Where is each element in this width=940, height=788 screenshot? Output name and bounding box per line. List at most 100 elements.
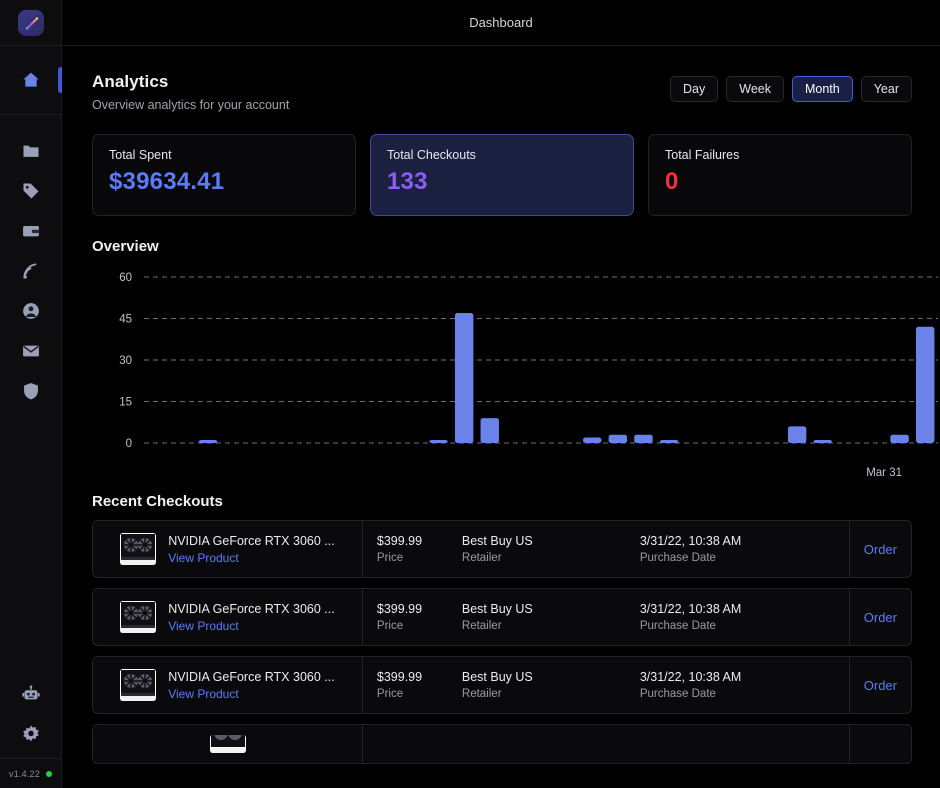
wallet-icon	[22, 226, 39, 237]
sidebar-primary-group	[0, 46, 62, 115]
date-label: Purchase Date	[639, 552, 716, 564]
product-thumbnail	[120, 533, 157, 565]
tab-week[interactable]: Week	[726, 76, 784, 102]
chart-bar[interactable]	[813, 440, 832, 443]
chart-bar[interactable]	[915, 326, 935, 443]
range-tab-group: Day Week Month Year	[670, 76, 912, 102]
version-label: v1.4.22	[9, 768, 40, 779]
gpu-image-icon	[120, 601, 157, 633]
home-icon	[22, 72, 39, 87]
view-product-link[interactable]: View Product	[168, 551, 335, 565]
tab-day[interactable]: Day	[670, 76, 719, 102]
retailer-label: Retailer	[461, 552, 502, 564]
sidebar: v1.4.22	[0, 0, 62, 788]
y-axis-tick-label: 30	[119, 355, 132, 367]
retailer-label: Retailer	[461, 688, 502, 700]
shield-icon	[23, 383, 38, 400]
account-icon	[22, 303, 39, 319]
bar-chart-svg: 0 15 30 45 60	[119, 272, 938, 450]
chart-bar[interactable]	[198, 440, 218, 443]
order-cell: Order	[850, 521, 911, 577]
date-cell: 3/31/22, 10:38 AM Purchase Date	[626, 657, 850, 713]
chart-bar[interactable]	[608, 434, 628, 443]
sidebar-item-settings[interactable]	[0, 714, 62, 754]
sidebar-item-mail[interactable]	[0, 331, 62, 371]
stat-card-total-failures[interactable]: Total Failures 0	[648, 134, 912, 216]
date-value: 3/31/22, 10:38 AM	[639, 602, 742, 616]
date-cell: 3/31/22, 10:38 AM Purchase Date	[626, 589, 850, 645]
order-link[interactable]: Order	[864, 610, 897, 625]
price-cell: $399.99 Price	[363, 521, 448, 577]
gpu-image-icon	[120, 533, 157, 565]
y-axis-tick-label: 0	[126, 438, 132, 450]
page-title: Analytics	[92, 72, 169, 91]
tag-icon	[23, 183, 38, 199]
chart-bar[interactable]	[659, 440, 679, 443]
date-label: Purchase Date	[639, 620, 716, 632]
tab-month[interactable]: Month	[791, 76, 853, 102]
stat-label: Total Checkouts	[387, 148, 476, 162]
mail-icon	[22, 345, 39, 357]
product-name: NVIDIA GeForce RTX 3060 ...	[168, 601, 335, 616]
price-label: Price	[376, 552, 404, 564]
table-row[interactable]: NVIDIA GeForce RTX 3060 ... View Product…	[92, 588, 912, 646]
stat-label: Total Spent	[109, 148, 172, 162]
sidebar-item-tasks[interactable]	[0, 131, 62, 171]
date-value: 3/31/22, 10:38 AM	[639, 670, 742, 684]
sidebar-item-payments[interactable]	[0, 211, 62, 251]
y-axis-tick-label: 60	[119, 272, 132, 284]
retailer-cell: Best Buy US Retailer	[448, 521, 626, 577]
product-text: NVIDIA GeForce RTX 3060 ... View Product	[168, 670, 335, 701]
y-axis-tick-label: 45	[119, 314, 132, 326]
sidebar-item-security[interactable]	[0, 371, 62, 411]
order-link[interactable]: Order	[864, 678, 897, 693]
price-cell: $399.99 Price	[363, 657, 448, 713]
date-value: 3/31/22, 10:38 AM	[639, 534, 742, 548]
product-thumbnail	[120, 669, 157, 701]
price-label: Price	[376, 620, 404, 632]
chart-bar[interactable]	[583, 437, 602, 443]
stat-card-total-spent[interactable]: Total Spent $39634.41	[92, 134, 356, 216]
price-cell	[363, 725, 448, 763]
sidebar-item-home[interactable]	[0, 60, 62, 100]
order-cell: Order	[850, 589, 911, 645]
price-cell: $399.99 Price	[363, 589, 448, 645]
sidebar-item-profiles[interactable]	[0, 171, 62, 211]
product-name: NVIDIA GeForce RTX 3060 ...	[168, 669, 335, 684]
chart-bar[interactable]	[890, 434, 909, 443]
sidebar-item-bot[interactable]	[0, 674, 62, 714]
stat-card-total-checkouts[interactable]: Total Checkouts 133	[370, 134, 634, 216]
retailer-cell: Best Buy US Retailer	[448, 657, 626, 713]
retailer-label: Retailer	[461, 620, 502, 632]
stat-value: 0	[665, 168, 679, 195]
chart-bar[interactable]	[787, 426, 807, 443]
sidebar-item-proxies[interactable]	[0, 251, 62, 291]
chart-bar[interactable]	[429, 440, 448, 443]
product-text: NVIDIA GeForce RTX 3060 ... View Product	[168, 534, 335, 565]
order-link[interactable]: Order	[864, 542, 897, 557]
stat-value: 133	[387, 168, 428, 195]
table-row-partial[interactable]	[92, 724, 912, 764]
view-product-link[interactable]: View Product	[168, 687, 335, 701]
product-text: NVIDIA GeForce RTX 3060 ... View Product	[168, 602, 335, 633]
view-product-link[interactable]: View Product	[168, 619, 335, 633]
overview-chart[interactable]: 0 15 30 45 60 Mar 31	[92, 269, 938, 479]
table-row[interactable]: NVIDIA GeForce RTX 3060 ... View Product…	[92, 656, 912, 714]
app-logo[interactable]	[17, 9, 44, 36]
order-cell: Order	[850, 657, 911, 713]
tab-year[interactable]: Year	[860, 76, 912, 102]
chart-bar[interactable]	[454, 312, 474, 443]
chart-bar[interactable]	[480, 418, 499, 443]
robot-icon	[21, 685, 40, 700]
table-row[interactable]: NVIDIA GeForce RTX 3060 ... View Product…	[92, 520, 912, 578]
page-subtitle: Overview analytics for your account	[92, 98, 290, 112]
main-area: Dashboard Analytics Overview analytics f…	[62, 0, 940, 788]
recent-checkouts-list: NVIDIA GeForce RTX 3060 ... View Product…	[92, 520, 912, 764]
date-cell	[626, 725, 850, 763]
logo-container	[0, 0, 61, 46]
retailer-value: Best Buy US	[461, 670, 533, 684]
retailer-cell	[448, 725, 626, 763]
sidebar-item-accounts[interactable]	[0, 291, 62, 331]
page-header: Analytics Overview analytics for your ac…	[92, 72, 912, 112]
chart-bar[interactable]	[634, 434, 653, 443]
